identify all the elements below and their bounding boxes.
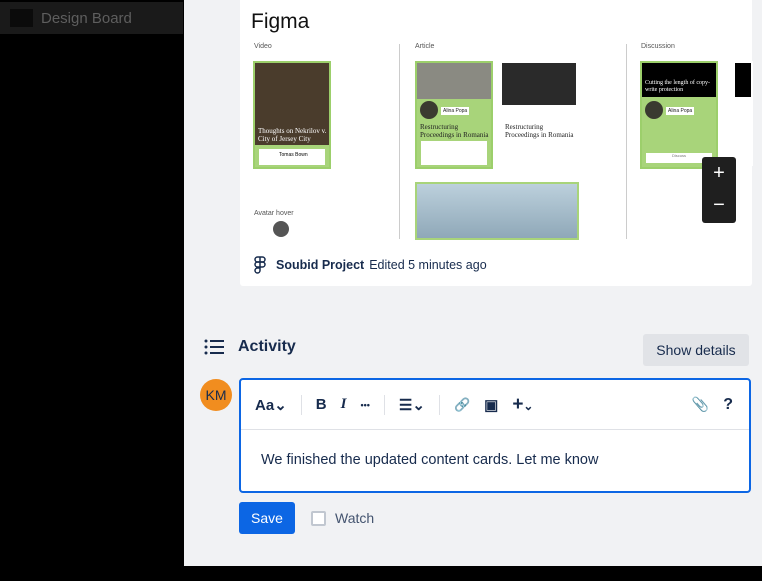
figma-title: Figma (251, 10, 310, 33)
checkbox[interactable] (311, 510, 326, 526)
board-thumbnail (10, 9, 33, 27)
activity-list-icon (204, 339, 224, 355)
figma-preview[interactable]: Figma Video Article Discussion Avatar ho… (240, 0, 753, 286)
toolbar-separator (383, 394, 385, 415)
section-article: Article (415, 43, 435, 50)
scales-image (415, 182, 579, 240)
article-card-thumb-2: Restructuring Proceedings in Romania (500, 61, 578, 169)
attachment-icon[interactable]: 📎 (692, 396, 709, 413)
comment-input[interactable]: We finished the updated content cards. L… (241, 430, 749, 468)
save-button[interactable]: Save (239, 502, 295, 534)
text-style-button[interactable]: Aa⌄ (255, 396, 287, 414)
editor-toolbar: Aa⌄ B I ••• ☰⌄ 🔗 ▣ +⌄ 📎 ? (241, 380, 749, 430)
section-avatar-hover: Avatar hover (254, 210, 294, 217)
card-detail-panel: Figma Video Article Discussion Avatar ho… (184, 0, 762, 566)
project-name[interactable]: Soubid Project (276, 258, 364, 272)
avatar-hover-sample (273, 221, 289, 237)
toolbar-separator (300, 394, 302, 415)
divider (626, 44, 627, 239)
list-button[interactable]: ☰⌄ (399, 396, 425, 414)
discussion-card-thumb-2 (733, 61, 753, 166)
insert-button[interactable]: +⌄ (512, 394, 533, 416)
discussion-card-thumb: Cutting the length of copy-write protect… (640, 61, 718, 169)
discussion-card-author: Alina Popa (666, 107, 695, 115)
preview-footer: Soubid Project Edited 5 minutes ago (254, 256, 487, 274)
divider (399, 44, 400, 239)
toolbar-separator (438, 394, 440, 415)
article-card-author: Alina Popa (441, 107, 470, 115)
article-card-thumb: Alina Popa Restructuring Proceedings in … (415, 61, 493, 169)
section-discussion: Discussion (641, 43, 675, 50)
image-icon[interactable]: ▣ (484, 396, 498, 414)
show-details-button[interactable]: Show details (643, 334, 749, 366)
board-header[interactable]: Design Board (0, 2, 183, 34)
bold-button[interactable]: B (316, 396, 327, 413)
section-video: Video (254, 43, 272, 50)
link-icon[interactable]: 🔗 (454, 397, 470, 413)
activity-header: Activity (204, 338, 296, 356)
avatar: KM (200, 379, 232, 411)
italic-button[interactable]: I (341, 396, 347, 413)
zoom-controls: + − (702, 157, 736, 223)
more-formatting-button[interactable]: ••• (360, 400, 369, 410)
watch-label: Watch (335, 510, 375, 526)
help-icon[interactable]: ? (723, 396, 733, 414)
zoom-out-button[interactable]: − (702, 189, 736, 221)
figma-icon (254, 256, 266, 274)
board-title: Design Board (41, 9, 132, 27)
comment-editor[interactable]: Aa⌄ B I ••• ☰⌄ 🔗 ▣ +⌄ 📎 ? We finished th… (239, 378, 751, 493)
activity-title: Activity (238, 338, 296, 355)
video-card-thumb: Thoughts on Nekrilov v. City of Jersey C… (253, 61, 331, 169)
zoom-in-button[interactable]: + (702, 157, 736, 189)
watch-checkbox[interactable]: Watch (311, 510, 374, 526)
edited-time: Edited 5 minutes ago (369, 258, 487, 272)
